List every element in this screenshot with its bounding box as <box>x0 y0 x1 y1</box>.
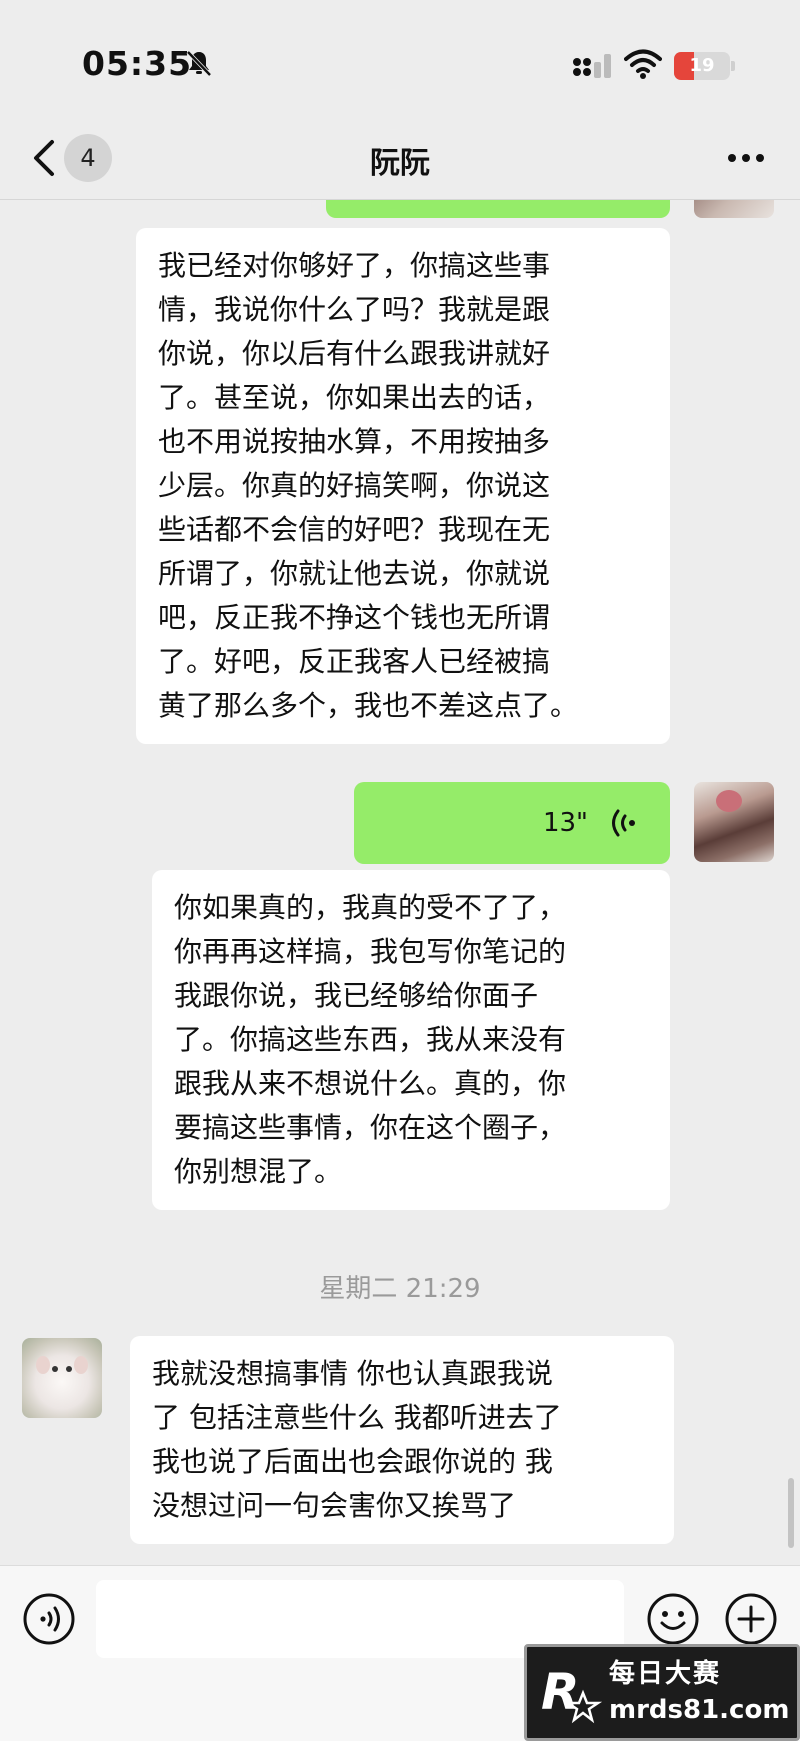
bell-mute-icon <box>186 50 212 77</box>
chat-header: 4 阮阮 <box>0 120 800 200</box>
message-list[interactable]: 我已经对你够好了，你搞这些事 情，我说你什么了吗？我就是跟 你说，你以后有什么跟… <box>0 200 800 1565</box>
voice-duration: 13" <box>542 808 588 838</box>
battery-level: 19 <box>689 55 715 76</box>
watermark-url: mrds81.com <box>609 1695 790 1725</box>
battery-indicator: 19 <box>674 52 735 80</box>
status-time: 05:35 <box>82 44 193 83</box>
more-dots-icon[interactable] <box>722 136 770 180</box>
chevron-left-icon[interactable] <box>24 134 64 182</box>
emoji-icon[interactable] <box>646 1592 700 1646</box>
chat-title: 阮阮 <box>370 146 430 181</box>
site-watermark: R 每日大赛 mrds81.com <box>524 1644 800 1741</box>
logo-icon: R <box>541 1663 603 1724</box>
message-bubble-incoming[interactable]: 我就没想搞事情 你也认真跟我说 了 包括注意些什么 我都听进去了 我也说了后面出… <box>130 1336 674 1544</box>
voice-mode-icon[interactable] <box>22 1592 76 1646</box>
status-bar: 05:35 19 <box>0 0 800 120</box>
voice-wave-icon <box>612 809 635 837</box>
unread-count-badge[interactable]: 4 <box>64 134 112 182</box>
my-avatar[interactable] <box>694 782 774 862</box>
message-bubble-outgoing-partial[interactable] <box>326 200 670 218</box>
message-bubble-incoming[interactable]: 你如果真的，我真的受不了了， 你再再这样搞，我包写你笔记的 我跟你说，我已经够给… <box>152 870 670 1210</box>
my-avatar-partial[interactable] <box>694 200 774 218</box>
message-bubble-incoming[interactable]: 我已经对你够好了，你搞这些事 情，我说你什么了吗？我就是跟 你说，你以后有什么跟… <box>136 228 670 744</box>
scrollbar-thumb[interactable] <box>788 1478 794 1548</box>
voice-message-bubble[interactable]: 13" <box>354 782 670 864</box>
svg-text:R: R <box>541 1663 580 1721</box>
plus-icon[interactable] <box>724 1592 778 1646</box>
contact-avatar[interactable] <box>22 1338 102 1418</box>
wifi-icon <box>624 49 662 79</box>
message-timestamp: 星期二 21:29 <box>319 1274 481 1304</box>
signal-icon <box>573 54 611 78</box>
watermark-name: 每日大赛 <box>609 1659 722 1689</box>
